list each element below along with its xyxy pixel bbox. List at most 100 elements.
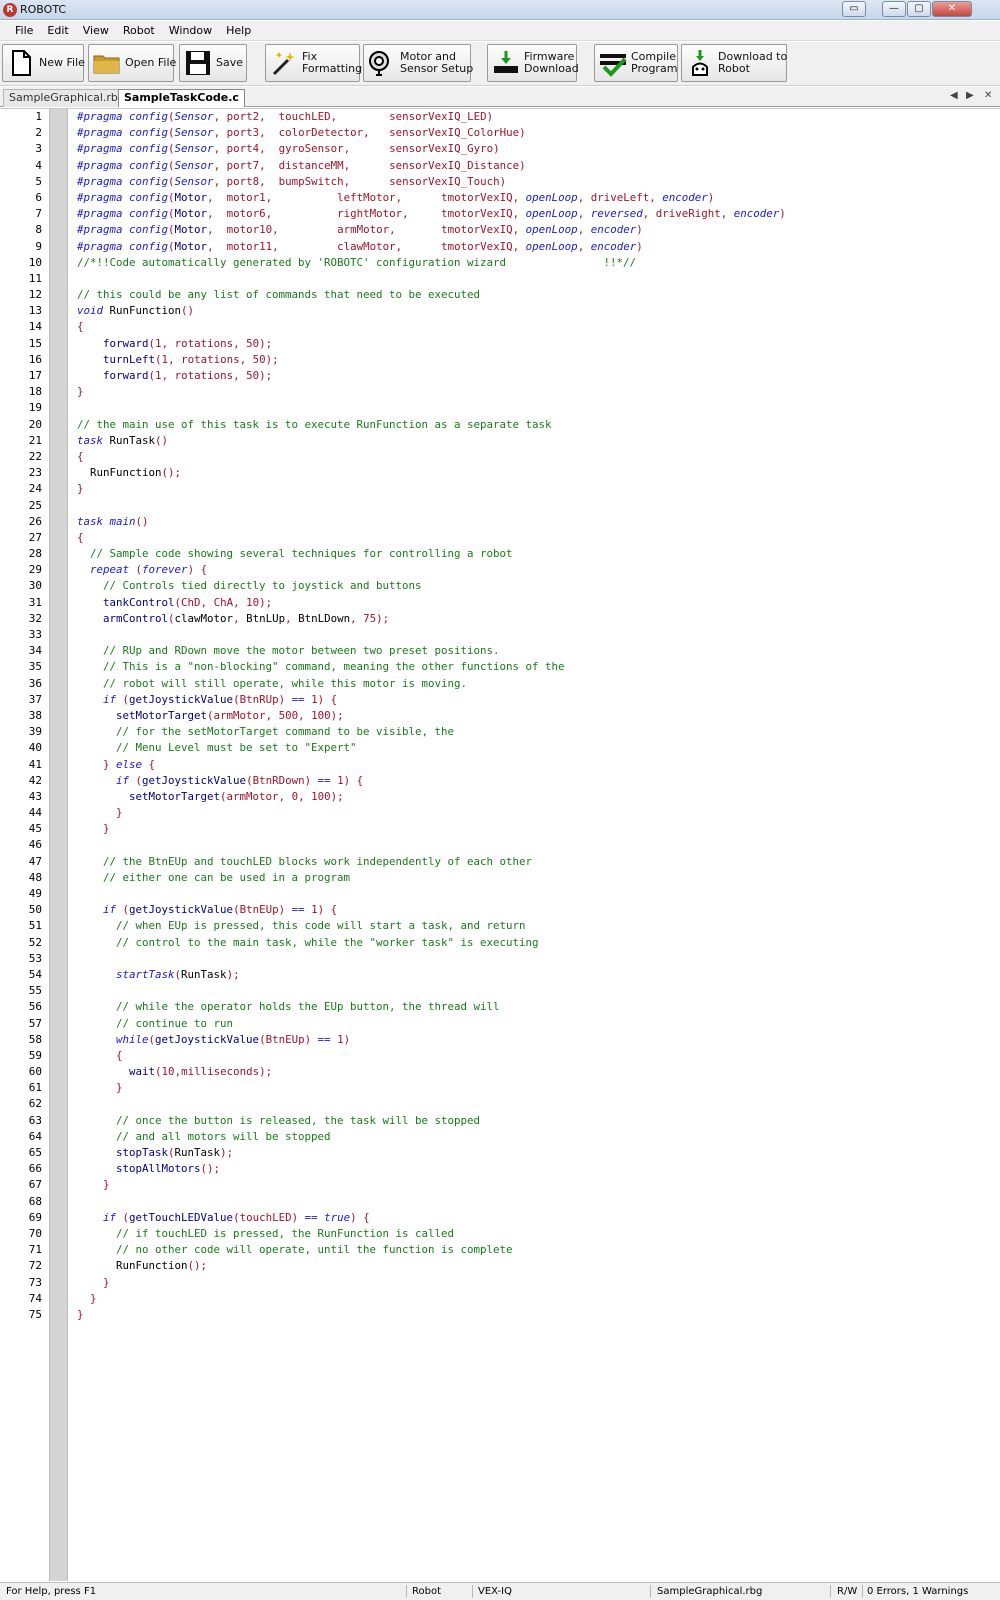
firmware-download-button[interactable]: Firmware Download: [487, 44, 579, 82]
tab-scroll-right-icon[interactable]: ▶: [966, 90, 974, 101]
code-line[interactable]: forward(1, rotations, 50);: [77, 368, 996, 384]
code-line[interactable]: {: [77, 449, 996, 465]
code-line[interactable]: if (getTouchLEDValue(touchLED) == true) …: [77, 1210, 996, 1226]
code-line[interactable]: #pragma config(Motor, motor6, rightMotor…: [77, 206, 996, 222]
code-line[interactable]: } else {: [77, 757, 996, 773]
code-line[interactable]: }: [77, 1080, 996, 1096]
code-line[interactable]: if (getJoystickValue(BtnRUp) == 1) {: [77, 692, 996, 708]
code-line[interactable]: // for the setMotorTarget command to be …: [77, 724, 996, 740]
code-line[interactable]: stopAllMotors();: [77, 1161, 996, 1177]
code-line[interactable]: // RUp and RDown move the motor between …: [77, 643, 996, 659]
code-line[interactable]: }: [77, 805, 996, 821]
code-line[interactable]: turnLeft(1, rotations, 50);: [77, 352, 996, 368]
code-line[interactable]: [77, 886, 996, 902]
tab-samplegraphical[interactable]: SampleGraphical.rbg: [3, 89, 131, 107]
code-line[interactable]: [77, 983, 996, 999]
compile-program-button[interactable]: Compile Program: [594, 44, 678, 82]
code-line[interactable]: RunFunction();: [77, 1258, 996, 1274]
code-line[interactable]: tankControl(ChD, ChA, 10);: [77, 595, 996, 611]
code-line[interactable]: // if touchLED is pressed, the RunFuncti…: [77, 1226, 996, 1242]
code-line[interactable]: if (getJoystickValue(BtnRDown) == 1) {: [77, 773, 996, 789]
code-line[interactable]: }: [77, 1291, 996, 1307]
code-line[interactable]: // and all motors will be stopped: [77, 1129, 996, 1145]
code-line[interactable]: forward(1, rotations, 50);: [77, 336, 996, 352]
new-file-button[interactable]: New File: [2, 44, 85, 82]
code-line[interactable]: [77, 837, 996, 853]
menu-edit[interactable]: Edit: [40, 21, 75, 41]
code-line[interactable]: [77, 951, 996, 967]
extra-window-button[interactable]: ▭: [842, 1, 866, 17]
code-line[interactable]: {: [77, 1048, 996, 1064]
code-line[interactable]: [77, 400, 996, 416]
code-line[interactable]: [77, 1194, 996, 1210]
save-button[interactable]: Save: [179, 44, 247, 82]
minimize-button[interactable]: —: [882, 1, 906, 17]
code-line[interactable]: [77, 498, 996, 514]
code-line[interactable]: [77, 271, 996, 287]
code-line[interactable]: // no other code will operate, until the…: [77, 1242, 996, 1258]
code-line[interactable]: // the BtnEUp and touchLED blocks work i…: [77, 854, 996, 870]
menu-file[interactable]: File: [8, 21, 40, 41]
menu-robot[interactable]: Robot: [116, 21, 162, 41]
code-line[interactable]: // Controls tied directly to joystick an…: [77, 578, 996, 594]
code-line[interactable]: #pragma config(Motor, motor1, leftMotor,…: [77, 190, 996, 206]
code-line[interactable]: [77, 1096, 996, 1112]
code-line[interactable]: // This is a "non-blocking" command, mea…: [77, 659, 996, 675]
code-line[interactable]: }: [77, 384, 996, 400]
code-line[interactable]: task RunTask(): [77, 433, 996, 449]
code-line[interactable]: task main(): [77, 514, 996, 530]
code-line[interactable]: #pragma config(Sensor, port4, gyroSensor…: [77, 141, 996, 157]
code-line[interactable]: if (getJoystickValue(BtnEUp) == 1) {: [77, 902, 996, 918]
breakpoint-margin[interactable]: [49, 109, 68, 1581]
code-line[interactable]: wait(10,milliseconds);: [77, 1064, 996, 1080]
fix-formatting-button[interactable]: Fix Formatting: [265, 44, 362, 82]
code-line[interactable]: #pragma config(Motor, motor11, clawMotor…: [77, 239, 996, 255]
code-line[interactable]: {: [77, 319, 996, 335]
code-line[interactable]: // either one can be used in a program: [77, 870, 996, 886]
code-line[interactable]: void RunFunction(): [77, 303, 996, 319]
code-line[interactable]: #pragma config(Motor, motor10, armMotor,…: [77, 222, 996, 238]
code-line[interactable]: {: [77, 530, 996, 546]
code-line[interactable]: setMotorTarget(armMotor, 0, 100);: [77, 789, 996, 805]
code-line[interactable]: }: [77, 1307, 996, 1323]
code-line[interactable]: #pragma config(Sensor, port2, touchLED, …: [77, 109, 996, 125]
code-text-area[interactable]: #pragma config(Sensor, port2, touchLED, …: [77, 109, 996, 1323]
code-line[interactable]: #pragma config(Sensor, port3, colorDetec…: [77, 125, 996, 141]
tab-close-icon[interactable]: ✕: [984, 90, 992, 101]
code-line[interactable]: // once the button is released, the task…: [77, 1113, 996, 1129]
code-line[interactable]: RunFunction();: [77, 465, 996, 481]
code-line[interactable]: // while the operator holds the EUp butt…: [77, 999, 996, 1015]
code-line[interactable]: }: [77, 481, 996, 497]
code-line[interactable]: // robot will still operate, while this …: [77, 676, 996, 692]
code-line[interactable]: // this could be any list of commands th…: [77, 287, 996, 303]
open-file-button[interactable]: Open File: [88, 44, 176, 82]
download-to-robot-button[interactable]: Download to Robot: [681, 44, 787, 82]
code-line[interactable]: }: [77, 1275, 996, 1291]
code-line[interactable]: // Sample code showing several technique…: [77, 546, 996, 562]
code-line[interactable]: [77, 627, 996, 643]
code-line[interactable]: setMotorTarget(armMotor, 500, 100);: [77, 708, 996, 724]
code-line[interactable]: #pragma config(Sensor, port8, bumpSwitch…: [77, 174, 996, 190]
code-line[interactable]: }: [77, 821, 996, 837]
code-editor[interactable]: 1 2 3 4 5 6 7 8 9 10 11 12 13 14 15 16 17 18 19 20 21 22 23 24 2…: [0, 108, 1000, 1581]
code-line[interactable]: // when EUp is pressed, this code will s…: [77, 918, 996, 934]
code-line[interactable]: #pragma config(Sensor, port7, distanceMM…: [77, 158, 996, 174]
code-line[interactable]: }: [77, 1177, 996, 1193]
menu-help[interactable]: Help: [219, 21, 258, 41]
close-button[interactable]: ✕: [932, 1, 972, 17]
motor-sensor-setup-button[interactable]: Motor and Sensor Setup: [363, 44, 473, 82]
code-line[interactable]: // control to the main task, while the "…: [77, 935, 996, 951]
code-line[interactable]: //*!!Code automatically generated by 'RO…: [77, 255, 996, 271]
tab-scroll-left-icon[interactable]: ◀: [950, 90, 958, 101]
code-line[interactable]: stopTask(RunTask);: [77, 1145, 996, 1161]
menu-window[interactable]: Window: [162, 21, 219, 41]
tab-sampletaskcode[interactable]: SampleTaskCode.c: [118, 89, 245, 107]
code-line[interactable]: // Menu Level must be set to "Expert": [77, 740, 996, 756]
code-line[interactable]: // continue to run: [77, 1016, 996, 1032]
code-line[interactable]: armControl(clawMotor, BtnLUp, BtnLDown, …: [77, 611, 996, 627]
code-line[interactable]: startTask(RunTask);: [77, 967, 996, 983]
code-line[interactable]: repeat (forever) {: [77, 562, 996, 578]
code-line[interactable]: // the main use of this task is to execu…: [77, 417, 996, 433]
code-line[interactable]: while(getJoystickValue(BtnEUp) == 1): [77, 1032, 996, 1048]
menu-view[interactable]: View: [76, 21, 116, 41]
